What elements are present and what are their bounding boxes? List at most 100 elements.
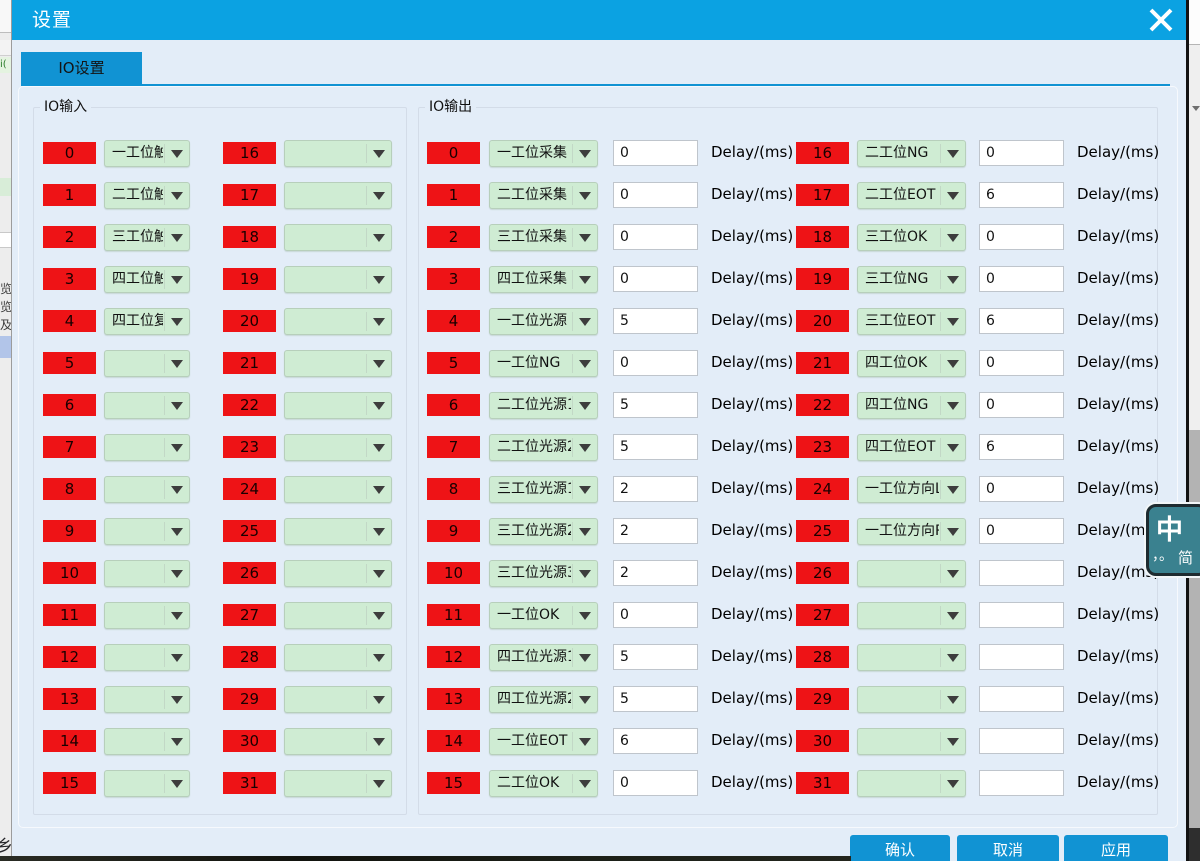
io-output-select[interactable]: 二工位OK: [489, 770, 598, 797]
io-input-select[interactable]: [284, 182, 392, 209]
cancel-button[interactable]: 取消: [957, 835, 1059, 861]
io-output-delay-input[interactable]: [979, 476, 1064, 502]
io-output-select[interactable]: 四工位采集: [489, 266, 598, 293]
io-output-delay-input[interactable]: [613, 392, 698, 418]
io-output-select[interactable]: 一工位方向L: [857, 476, 966, 503]
io-output-select[interactable]: 三工位OK: [857, 224, 966, 251]
io-output-select[interactable]: 一工位采集: [489, 140, 598, 167]
io-output-select[interactable]: [857, 560, 966, 587]
io-input-select[interactable]: 一工位触发: [104, 140, 190, 167]
io-output-delay-input[interactable]: [979, 686, 1064, 712]
io-output-select[interactable]: 四工位EOT: [857, 434, 966, 461]
io-output-delay-input[interactable]: [979, 140, 1064, 166]
io-output-select[interactable]: 三工位采集: [489, 224, 598, 251]
io-output-select[interactable]: [857, 602, 966, 629]
io-output-select[interactable]: [857, 686, 966, 713]
io-input-select[interactable]: [284, 350, 392, 377]
io-input-select[interactable]: [284, 602, 392, 629]
io-input-select[interactable]: [104, 560, 190, 587]
io-output-select[interactable]: 二工位采集: [489, 182, 598, 209]
io-output-delay-input[interactable]: [613, 476, 698, 502]
io-input-select[interactable]: [104, 644, 190, 671]
io-output-delay-input[interactable]: [979, 602, 1064, 628]
io-output-delay-input[interactable]: [613, 518, 698, 544]
io-input-select[interactable]: 二工位触发: [104, 182, 190, 209]
io-output-delay-input[interactable]: [613, 140, 698, 166]
io-output-select[interactable]: 四工位OK: [857, 350, 966, 377]
apply-button[interactable]: 应用: [1064, 835, 1168, 861]
io-output-delay-input[interactable]: [979, 224, 1064, 250]
io-input-select[interactable]: [104, 770, 190, 797]
io-output-select[interactable]: 二工位EOT: [857, 182, 966, 209]
io-output-delay-input[interactable]: [613, 308, 698, 334]
io-output-delay-input[interactable]: [979, 518, 1064, 544]
io-output-select[interactable]: [857, 770, 966, 797]
close-button[interactable]: [1144, 3, 1178, 37]
io-input-select[interactable]: 四工位复制: [104, 308, 190, 335]
io-input-select[interactable]: [284, 560, 392, 587]
io-input-select[interactable]: [284, 392, 392, 419]
io-output-select[interactable]: 一工位光源: [489, 308, 598, 335]
io-input-select[interactable]: [104, 476, 190, 503]
io-output-delay-input[interactable]: [979, 728, 1064, 754]
io-output-delay-input[interactable]: [979, 644, 1064, 670]
io-output-select[interactable]: 三工位光源3: [489, 560, 598, 587]
io-output-delay-input[interactable]: [979, 182, 1064, 208]
io-output-delay-input[interactable]: [979, 560, 1064, 586]
confirm-button[interactable]: 确认: [850, 835, 950, 861]
io-output-delay-input[interactable]: [979, 770, 1064, 796]
io-input-select[interactable]: [104, 728, 190, 755]
io-output-select[interactable]: 四工位NG: [857, 392, 966, 419]
io-input-select[interactable]: [284, 518, 392, 545]
io-output-select[interactable]: 三工位EOT: [857, 308, 966, 335]
io-input-select[interactable]: [284, 308, 392, 335]
io-input-select[interactable]: [284, 224, 392, 251]
io-input-select[interactable]: [284, 476, 392, 503]
io-output-select[interactable]: 三工位NG: [857, 266, 966, 293]
io-output-delay-input[interactable]: [613, 350, 698, 376]
io-input-select[interactable]: [284, 770, 392, 797]
io-output-delay-input[interactable]: [613, 434, 698, 460]
io-output-select[interactable]: 四工位光源1: [489, 644, 598, 671]
io-output-delay-input[interactable]: [613, 728, 698, 754]
tab-io-settings[interactable]: IO设置: [21, 52, 142, 84]
io-input-select[interactable]: [104, 518, 190, 545]
io-output-select[interactable]: 三工位光源2: [489, 518, 598, 545]
io-output-select[interactable]: 二工位光源2: [489, 434, 598, 461]
io-output-delay-input[interactable]: [979, 266, 1064, 292]
ime-indicator[interactable]: 中 ，。 简: [1146, 504, 1200, 576]
io-input-select[interactable]: [284, 266, 392, 293]
io-input-select[interactable]: [284, 728, 392, 755]
io-output-select[interactable]: [857, 728, 966, 755]
io-output-delay-input[interactable]: [613, 644, 698, 670]
io-input-select[interactable]: [284, 686, 392, 713]
io-output-delay-input[interactable]: [613, 560, 698, 586]
io-output-delay-input[interactable]: [613, 770, 698, 796]
io-input-select[interactable]: 三工位触发: [104, 224, 190, 251]
io-input-select[interactable]: [104, 350, 190, 377]
io-input-select[interactable]: [284, 140, 392, 167]
io-output-select[interactable]: 三工位光源1: [489, 476, 598, 503]
io-input-select[interactable]: [284, 434, 392, 461]
io-input-select[interactable]: [104, 686, 190, 713]
io-input-select[interactable]: [104, 392, 190, 419]
io-output-select[interactable]: 二工位NG: [857, 140, 966, 167]
io-output-delay-input[interactable]: [979, 392, 1064, 418]
io-output-delay-input[interactable]: [613, 602, 698, 628]
io-output-select[interactable]: 一工位方向R: [857, 518, 966, 545]
io-input-select[interactable]: [284, 644, 392, 671]
io-output-delay-input[interactable]: [979, 308, 1064, 334]
io-output-delay-input[interactable]: [979, 350, 1064, 376]
io-input-select[interactable]: 四工位触发: [104, 266, 190, 293]
io-output-delay-input[interactable]: [979, 434, 1064, 460]
io-input-select[interactable]: [104, 602, 190, 629]
io-output-select[interactable]: 一工位NG: [489, 350, 598, 377]
io-output-delay-input[interactable]: [613, 686, 698, 712]
io-output-select[interactable]: [857, 644, 966, 671]
io-output-select[interactable]: 四工位光源2: [489, 686, 598, 713]
io-input-select[interactable]: [104, 434, 190, 461]
io-output-select[interactable]: 二工位光源1: [489, 392, 598, 419]
io-output-delay-input[interactable]: [613, 224, 698, 250]
io-output-select[interactable]: 一工位EOT: [489, 728, 598, 755]
io-output-delay-input[interactable]: [613, 182, 698, 208]
